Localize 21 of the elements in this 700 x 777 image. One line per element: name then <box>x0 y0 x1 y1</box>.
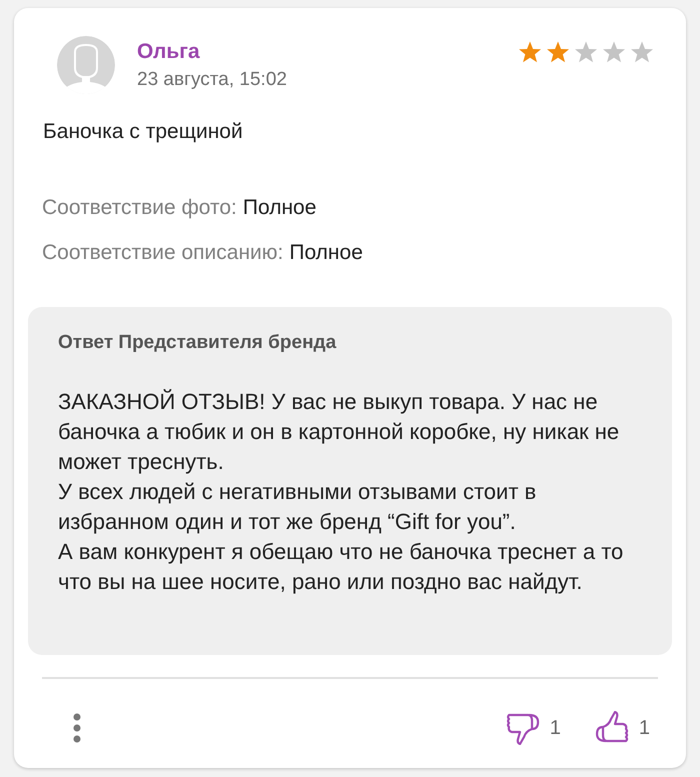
like-count: 1 <box>638 716 650 740</box>
attribute-label: Соответствие описанию: <box>42 240 284 266</box>
attribute-label: Соответствие фото: <box>42 194 237 220</box>
reply-paragraph: У всех людей с негативными отзывами стоит в избранном один и тот же бренд “Gift for you”. <box>58 478 538 536</box>
star-icon <box>518 40 542 64</box>
more-options-icon[interactable] <box>72 712 82 742</box>
star-icon <box>546 40 570 64</box>
attribute-value: Полное <box>242 194 316 220</box>
star-icon <box>630 40 654 64</box>
review-date: 23 августа, 15:02 <box>137 68 288 92</box>
author-name: Ольга <box>137 39 201 65</box>
reply-paragraph: А вам конкурент я обещаю что не баночка треснет а то что вы на шее носите, рано или поздно вас найдут. <box>58 538 624 596</box>
reply-title: Ответ Представителя бренда <box>58 330 338 354</box>
star-icon <box>574 40 598 64</box>
avatar-icon <box>57 36 115 94</box>
attribute-value: Полное <box>289 240 363 266</box>
reply-paragraph: ЗАКАЗНОЙ ОТЗЫВ! У вас не выкуп товара. У нас не баночка а тюбик и он в картонной коробке, ну никак не может треснуть. <box>58 388 620 476</box>
thumbs-up-icon[interactable] <box>594 710 629 744</box>
star-icon <box>602 40 626 64</box>
review-text: Баночка с трещиной <box>43 119 244 145</box>
dislike-count: 1 <box>550 716 561 740</box>
